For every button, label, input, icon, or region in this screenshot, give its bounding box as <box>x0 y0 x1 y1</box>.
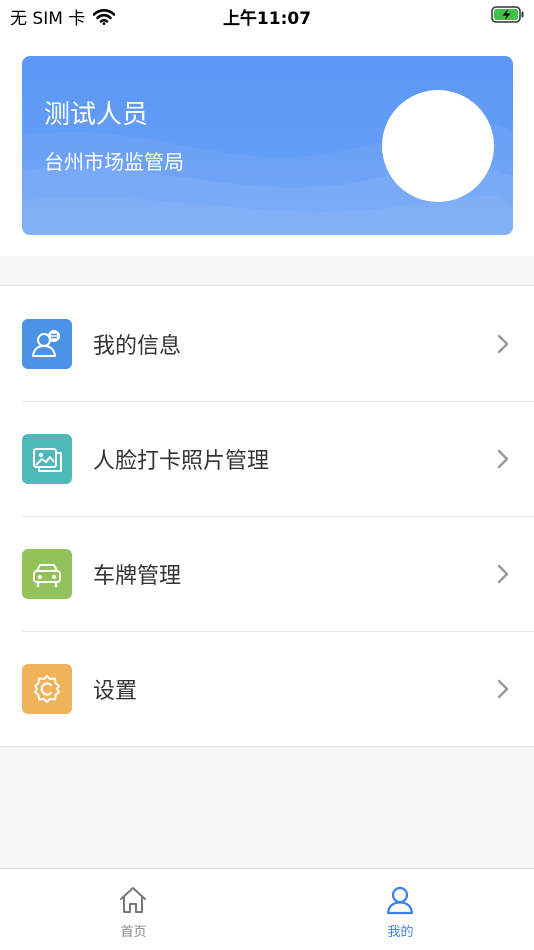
menu-list: 我的信息 人脸打卡照片管理 车牌管理 设置 <box>0 285 534 747</box>
tab-home-label: 首页 <box>120 925 147 940</box>
tab-home[interactable]: 首页 <box>0 869 267 950</box>
home-icon <box>120 887 146 913</box>
tab-mine-label: 我的 <box>387 925 414 940</box>
menu-item-label: 车牌管理 <box>93 564 182 589</box>
menu-item-license-plate[interactable]: 车牌管理 <box>0 516 534 631</box>
menu-item-face-photo[interactable]: 人脸打卡照片管理 <box>0 401 534 516</box>
menu-item-label: 人脸打卡照片管理 <box>93 449 270 474</box>
chevron-right-icon <box>497 564 509 584</box>
user-organization: 台州市场监管局 <box>44 150 184 174</box>
gear-icon <box>22 664 72 714</box>
chevron-right-icon <box>497 679 509 699</box>
menu-item-label: 设置 <box>93 679 138 704</box>
tab-mine[interactable]: 我的 <box>267 869 534 950</box>
menu-item-label: 我的信息 <box>93 334 182 359</box>
user-name: 测试人员 <box>44 100 149 130</box>
user-icon <box>386 886 414 915</box>
profile-card[interactable]: 测试人员 台州市场监管局 <box>22 56 513 235</box>
menu-item-settings[interactable]: 设置 <box>0 631 534 746</box>
chevron-right-icon <box>497 449 509 469</box>
chevron-right-icon <box>497 334 509 354</box>
menu-item-my-info[interactable]: 我的信息 <box>0 286 534 401</box>
status-bar: 无 SIM 卡 上午11:07 <box>0 0 534 30</box>
profile-section: 测试人员 台州市场监管局 <box>0 30 534 256</box>
user-info-icon <box>22 319 72 369</box>
battery-charging-icon <box>491 6 524 23</box>
status-time: 上午11:07 <box>222 9 312 29</box>
photo-icon <box>22 434 72 484</box>
car-icon <box>22 549 72 599</box>
avatar[interactable] <box>382 90 494 202</box>
tab-bar: 首页 我的 <box>0 868 534 950</box>
